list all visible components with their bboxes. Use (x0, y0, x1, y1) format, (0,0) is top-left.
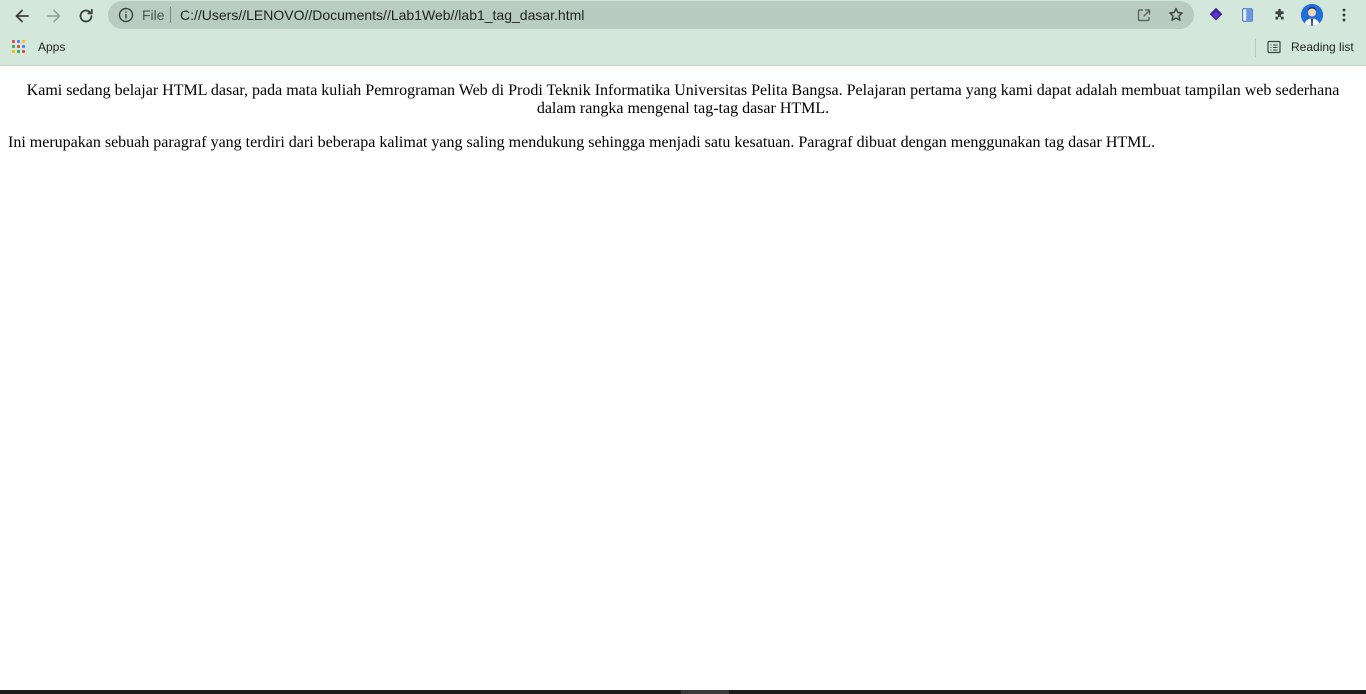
info-icon[interactable] (118, 7, 134, 23)
share-icon[interactable] (1135, 6, 1153, 24)
extension-document-icon[interactable] (1238, 5, 1258, 25)
url-text[interactable]: C://Users//LENOVO//Documents//Lab1Web//l… (180, 7, 584, 23)
profile-avatar[interactable] (1301, 4, 1323, 26)
reading-list-button[interactable]: Reading list (1267, 39, 1354, 55)
reading-list-icon (1267, 40, 1281, 54)
bookmarks-bar: Apps Reading list (0, 31, 1366, 66)
address-bar[interactable]: File C://Users//LENOVO//Documents//Lab1W… (108, 1, 1194, 29)
reload-button[interactable] (72, 2, 100, 30)
arrow-right-icon (47, 9, 61, 23)
page-content: Kami sedang belajar HTML dasar, pada mat… (0, 66, 1366, 690)
omnibox-divider (170, 7, 171, 23)
profile-photo-icon (1301, 4, 1323, 26)
scheme-label: File (142, 7, 165, 23)
browser-menu-icon[interactable] (1334, 5, 1354, 25)
arrow-left-icon (15, 9, 29, 23)
taskbar-indicator (681, 690, 729, 694)
body-paragraph: Ini merupakan sebuah paragraf yang terdi… (8, 134, 1156, 151)
reading-list-label: Reading list (1291, 40, 1354, 54)
bookmarks-divider (1255, 39, 1256, 57)
extension-layers-icon[interactable] (1206, 5, 1226, 25)
bookmark-star-icon[interactable] (1167, 6, 1185, 24)
apps-shortcut[interactable]: Apps (12, 39, 65, 55)
forward-button[interactable] (40, 2, 68, 30)
reload-icon (79, 8, 93, 23)
centered-paragraph: Kami sedang belajar HTML dasar, pada mat… (26, 82, 1340, 117)
apps-grid-icon (12, 40, 26, 54)
apps-label: Apps (38, 40, 66, 54)
browser-toolbar: File C://Users//LENOVO//Documents//Lab1W… (0, 0, 1366, 31)
extensions-puzzle-icon[interactable] (1270, 5, 1290, 25)
back-button[interactable] (8, 2, 36, 30)
